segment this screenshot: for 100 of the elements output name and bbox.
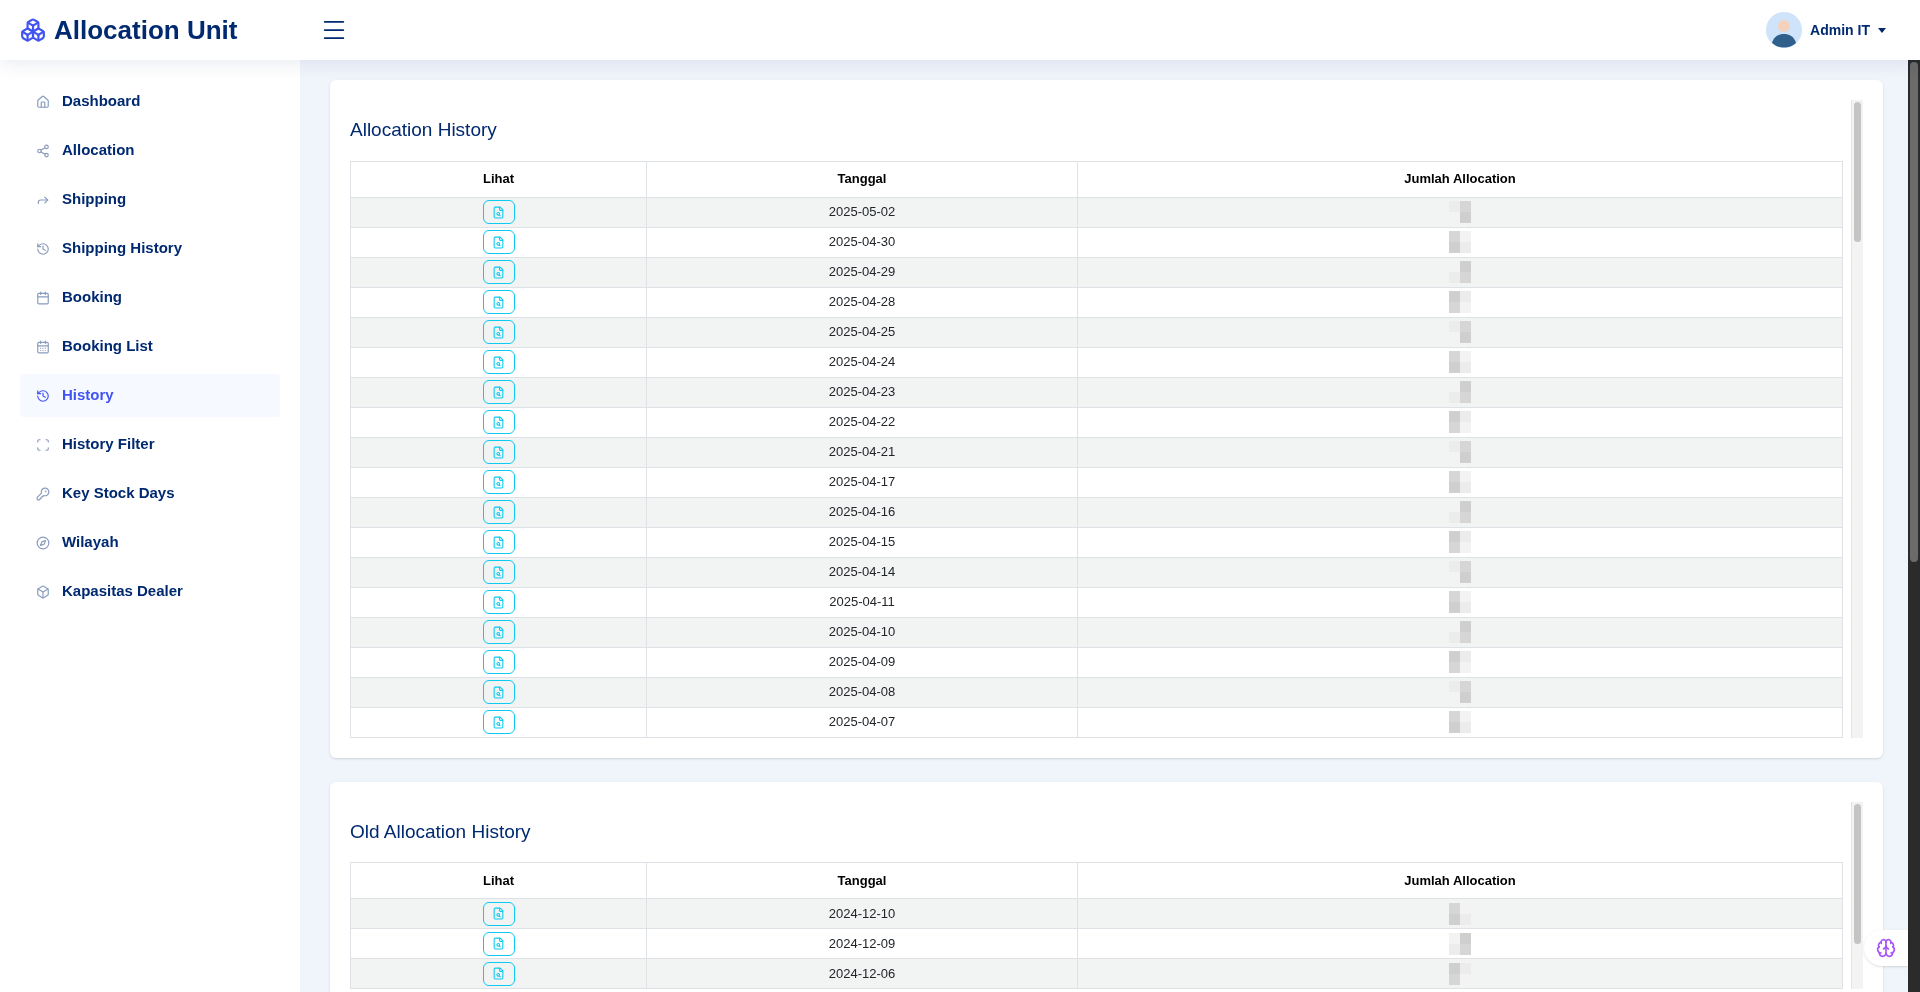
view-button[interactable] — [482, 350, 515, 374]
table-cell: 2025-04-07 — [646, 707, 1078, 737]
sidebar-item[interactable]: Key Stock Days — [20, 472, 280, 515]
view-button[interactable] — [482, 710, 515, 734]
view-button[interactable] — [482, 410, 515, 434]
app-title: Allocation Unit — [54, 13, 238, 47]
key-icon — [36, 486, 50, 501]
blurred-value — [1449, 681, 1471, 703]
document-search-icon — [492, 265, 505, 279]
table-cell: 2025-04-11 — [646, 587, 1078, 617]
blurred-value — [1449, 321, 1471, 343]
table-cell: 2025-04-15 — [646, 527, 1078, 557]
brain-icon — [1876, 938, 1896, 958]
document-search-icon — [492, 715, 505, 729]
table-cell: 2025-04-30 — [646, 227, 1078, 257]
sidebar-item[interactable]: Wilayah — [20, 521, 280, 564]
history-icon — [36, 241, 50, 256]
blurred-value — [1449, 621, 1471, 643]
section-title: Allocation History — [350, 118, 498, 142]
document-search-icon — [492, 415, 505, 429]
blurred-value — [1449, 261, 1471, 283]
table-cell: 2025-04-10 — [646, 617, 1078, 647]
blurred-value — [1449, 561, 1471, 583]
document-search-icon — [492, 295, 505, 309]
view-button[interactable] — [482, 931, 515, 956]
view-button[interactable] — [482, 650, 515, 674]
document-search-icon — [492, 445, 505, 459]
sidebar-item[interactable]: History Filter — [20, 423, 280, 466]
table-cell: 2025-05-02 — [646, 197, 1078, 227]
sidebar-item[interactable]: Shipping History — [20, 227, 280, 270]
blurred-value — [1449, 471, 1471, 493]
document-search-icon — [492, 385, 505, 399]
view-button[interactable] — [482, 260, 515, 284]
document-search-icon — [492, 535, 505, 549]
column-header: Jumlah Allocation — [1077, 161, 1843, 197]
view-button[interactable] — [482, 230, 515, 254]
user-menu[interactable]: Admin IT — [1766, 12, 1886, 48]
history-icon — [36, 388, 50, 403]
column-header: Lihat — [350, 161, 647, 197]
share-icon — [36, 143, 50, 158]
compass-icon — [36, 535, 50, 550]
sidebar-item[interactable]: History — [20, 374, 280, 417]
view-button[interactable] — [482, 200, 515, 224]
document-search-icon — [492, 355, 505, 369]
column-header: Tanggal — [646, 862, 1078, 899]
table-cell: 2024-12-06 — [646, 958, 1078, 989]
table-cell: 2025-04-23 — [646, 377, 1078, 407]
view-button[interactable] — [482, 380, 515, 404]
expand-icon — [36, 437, 50, 452]
column-header: Lihat — [350, 862, 647, 899]
view-button[interactable] — [482, 470, 515, 494]
document-search-icon — [492, 205, 505, 219]
document-search-icon — [492, 505, 505, 519]
blurred-value — [1449, 531, 1471, 553]
table-cell: 2025-04-08 — [646, 677, 1078, 707]
view-button[interactable] — [482, 901, 515, 926]
blurred-value — [1449, 711, 1471, 733]
table-cell: 2025-04-21 — [646, 437, 1078, 467]
sidebar-item[interactable]: Booking — [20, 276, 280, 319]
table-cell: 2025-04-14 — [646, 557, 1078, 587]
view-button[interactable] — [482, 530, 515, 554]
sidebar-item[interactable]: Kapasitas Dealer — [20, 570, 280, 613]
blurred-value — [1449, 291, 1471, 313]
document-search-icon — [492, 565, 505, 579]
view-button[interactable] — [482, 961, 515, 986]
box-icon — [36, 584, 50, 599]
table-cell: 2025-04-09 — [646, 647, 1078, 677]
sidebar-item[interactable]: Allocation — [20, 129, 280, 172]
view-button[interactable] — [482, 500, 515, 524]
document-search-icon — [492, 655, 505, 669]
blurred-value — [1449, 962, 1471, 985]
view-button[interactable] — [482, 590, 515, 614]
caret-icon — [1878, 27, 1886, 33]
document-search-icon — [492, 235, 505, 249]
view-button[interactable] — [482, 440, 515, 464]
blurred-value — [1449, 501, 1471, 523]
blurred-value — [1449, 651, 1471, 673]
blurred-value — [1449, 381, 1471, 403]
document-search-icon — [492, 967, 505, 980]
sidebar-item[interactable]: Booking List — [20, 325, 280, 368]
document-search-icon — [492, 595, 505, 609]
blurred-value — [1449, 201, 1471, 223]
view-button[interactable] — [482, 560, 515, 584]
document-search-icon — [492, 625, 505, 639]
blurred-value — [1449, 441, 1471, 463]
document-search-icon — [492, 475, 505, 489]
section-title: Old Allocation History — [350, 819, 532, 844]
sidebar-item[interactable]: Dashboard — [20, 80, 280, 123]
table-cell: 2024-12-09 — [646, 928, 1078, 959]
view-button[interactable] — [482, 680, 515, 704]
avatar-icon — [1766, 12, 1803, 48]
view-button[interactable] — [482, 290, 515, 314]
house-icon — [36, 94, 50, 109]
view-button[interactable] — [482, 620, 515, 644]
assistant-button[interactable] — [1864, 930, 1908, 966]
view-button[interactable] — [482, 320, 515, 344]
blurred-value — [1449, 591, 1471, 613]
sidebar-item[interactable]: Shipping — [20, 178, 280, 221]
table-cell: 2025-04-24 — [646, 347, 1078, 377]
logo-icon — [20, 17, 46, 43]
